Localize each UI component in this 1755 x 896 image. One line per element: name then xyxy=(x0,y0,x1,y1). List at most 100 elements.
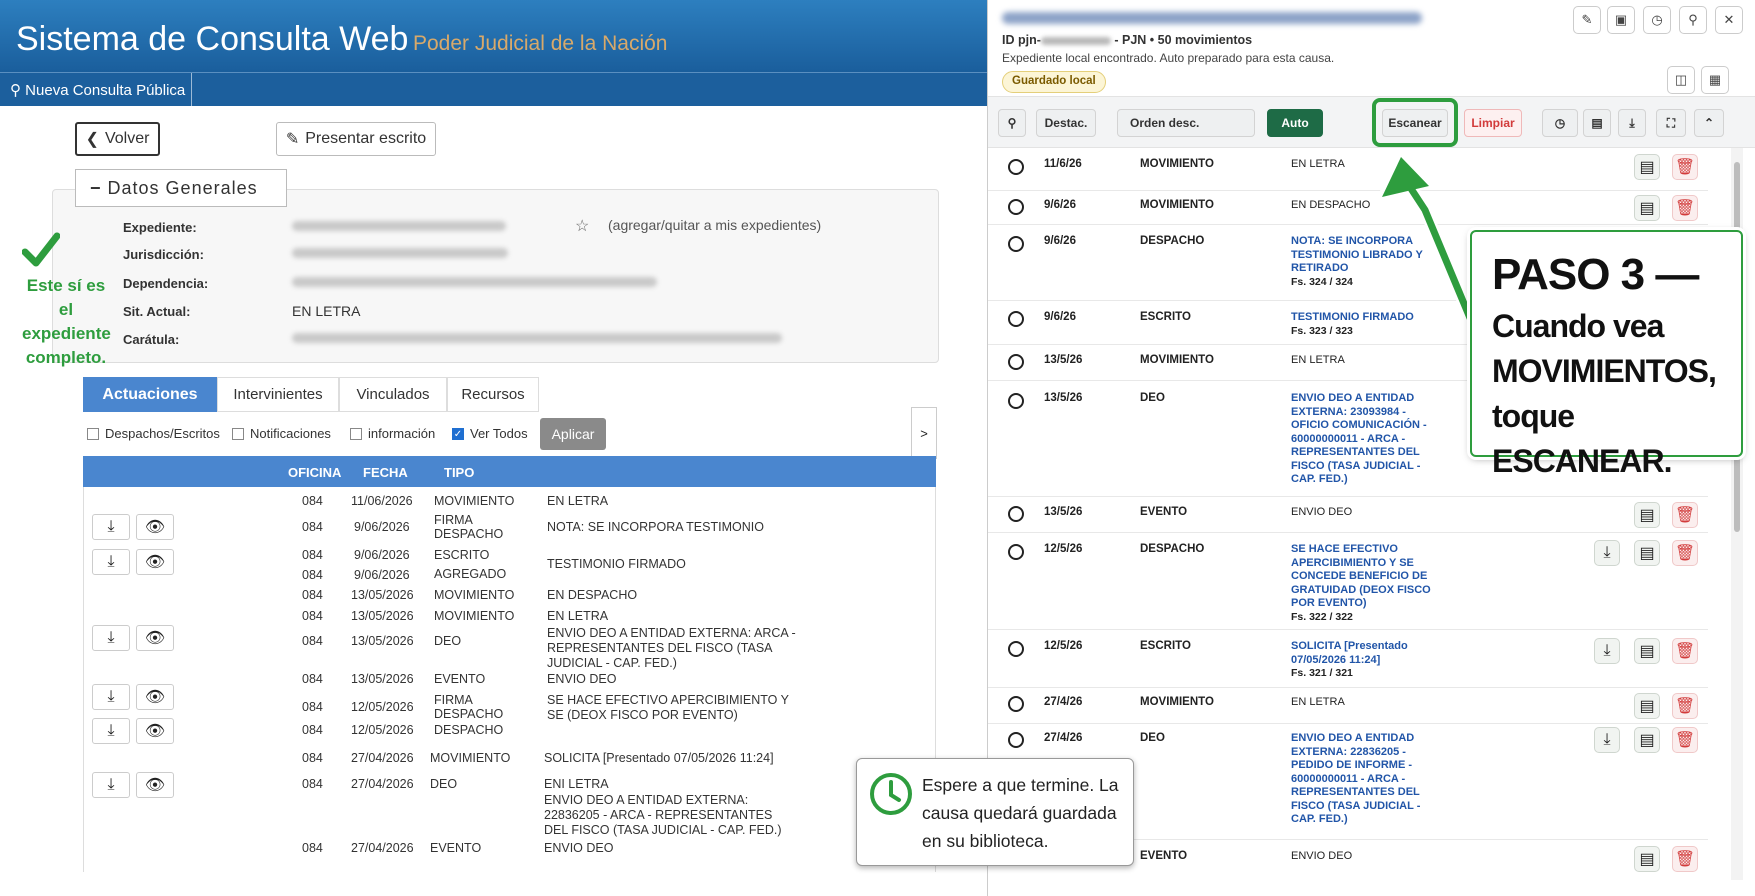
filter-dispatches[interactable]: Despachos/Escritos xyxy=(87,426,220,441)
complete-file-note: Este sí es el expediente completo. xyxy=(22,276,111,367)
checkbox[interactable] xyxy=(350,427,362,440)
document-icon[interactable]: ▤ xyxy=(1634,846,1660,872)
tab-recursos[interactable]: Recursos xyxy=(447,377,539,412)
step-title: PASO 3 — xyxy=(1492,250,1699,299)
collapse-icon: − xyxy=(90,178,102,198)
checkmark-icon xyxy=(22,232,60,267)
back-arrow-icon: ❮ xyxy=(85,131,99,148)
chevron-up-icon[interactable]: ⌃ xyxy=(1694,109,1724,137)
edit-icon[interactable]: ✎ xyxy=(1573,6,1601,34)
filter-notifications[interactable]: Notificaciones xyxy=(232,426,331,441)
wait-tip: Espere a que termine. La causa quedará g… xyxy=(856,758,1134,866)
trash-icon[interactable]: 🗑 xyxy=(1672,195,1698,221)
search-icon[interactable]: ⚲ xyxy=(998,109,1026,137)
download-icon[interactable]: ⤓ xyxy=(92,684,130,710)
cover-label: Carátula: xyxy=(123,332,180,347)
list-item[interactable]: 9/6/26 MOVIMIENTO EN DESPACHO ▤ 🗑 xyxy=(988,191,1708,225)
download-icon[interactable]: ⤓ xyxy=(92,514,130,540)
star-icon[interactable]: ☆ xyxy=(575,216,589,236)
eye-icon[interactable]: 👁 xyxy=(136,549,174,575)
redacted-jurisdiction xyxy=(292,248,508,258)
download-icon[interactable]: ⤓ xyxy=(1594,540,1620,566)
col-type: TIPO xyxy=(444,465,475,480)
list-item[interactable]: 27/4/26 MOVIMIENTO EN LETRA ▤ 🗑 xyxy=(988,688,1708,724)
tab-vinculados[interactable]: Vinculados xyxy=(339,377,447,412)
filter-all[interactable]: ✓ Ver Todos xyxy=(452,426,528,441)
fullscreen-icon[interactable]: ⛶ xyxy=(1656,109,1686,137)
scan-highlight-frame xyxy=(1372,98,1458,147)
site-subtitle: Poder Judicial de la Nación xyxy=(413,32,668,55)
library-icon[interactable]: ◫ xyxy=(1667,66,1695,94)
checkbox-checked[interactable]: ✓ xyxy=(452,427,464,440)
download-icon[interactable]: ⤓ xyxy=(1594,638,1620,664)
expand-side-button[interactable]: > xyxy=(911,407,937,459)
table-header: OFICINA FECHA TIPO xyxy=(83,456,936,487)
list-item[interactable]: 12/5/26 DESPACHO SE HACE EFECTIVO APERCI… xyxy=(988,533,1708,630)
list-item[interactable]: 12/5/26 ESCRITO SOLICITA [Presentado 07/… xyxy=(988,630,1708,688)
nav-public-query[interactable]: ⚲ Nueva Consulta Pública xyxy=(0,73,192,106)
pin-icon[interactable]: ⚲ xyxy=(1679,6,1707,34)
eye-icon[interactable]: 👁 xyxy=(136,514,174,540)
download-icon[interactable]: ⤓ xyxy=(1618,109,1646,137)
trash-icon[interactable]: 🗑 xyxy=(1672,846,1698,872)
document-icon[interactable]: ▤ xyxy=(1634,195,1660,221)
filter-info[interactable]: información xyxy=(350,426,435,441)
table-body xyxy=(83,487,936,872)
case-id-line: ID pjn- - PJN • 50 movimientos xyxy=(1002,33,1253,47)
redacted-id xyxy=(1040,36,1111,45)
trash-icon[interactable]: 🗑 xyxy=(1672,638,1698,664)
document-icon[interactable]: ▤ xyxy=(1634,540,1660,566)
document-icon[interactable]: ▤ xyxy=(1583,109,1611,137)
status-value: EN LETRA xyxy=(292,303,361,319)
clock-icon xyxy=(870,773,912,815)
eye-icon[interactable]: 👁 xyxy=(136,684,174,710)
trash-icon[interactable]: 🗑 xyxy=(1672,540,1698,566)
trash-icon[interactable]: 🗑 xyxy=(1672,154,1698,180)
tab-intervinientes[interactable]: Intervinientes xyxy=(217,377,339,412)
trash-icon[interactable]: 🗑 xyxy=(1672,727,1698,753)
download-icon[interactable]: ⤓ xyxy=(92,625,130,651)
download-icon[interactable]: ⤓ xyxy=(92,718,130,744)
top-nav: ⚲ Nueva Consulta Pública xyxy=(0,72,990,106)
calendar-icon[interactable]: ▦ xyxy=(1701,66,1729,94)
pencil-icon: ✎ xyxy=(285,131,300,148)
tab-actuaciones[interactable]: Actuaciones xyxy=(83,377,217,412)
clock-icon[interactable]: ◷ xyxy=(1643,6,1671,34)
col-office: OFICINA xyxy=(288,465,342,480)
trash-icon[interactable]: 🗑 xyxy=(1672,502,1698,528)
download-icon[interactable]: ⤓ xyxy=(92,549,130,575)
apply-button[interactable]: Aplicar xyxy=(540,418,606,450)
document-icon[interactable]: ▤ xyxy=(1634,502,1660,528)
document-icon[interactable]: ▤ xyxy=(1634,693,1660,719)
order-select[interactable]: Orden desc. xyxy=(1117,109,1255,137)
search-icon: ⚲ xyxy=(10,82,21,99)
checkbox[interactable] xyxy=(232,427,244,440)
submit-brief-button[interactable]: ✎ Presentar escrito xyxy=(276,122,436,156)
close-icon[interactable]: ✕ xyxy=(1715,6,1743,34)
redacted-cover xyxy=(292,333,782,343)
eye-icon[interactable]: 👁 xyxy=(136,772,174,798)
document-icon[interactable]: ▤ xyxy=(1634,638,1660,664)
file-label: Expediente: xyxy=(123,220,197,235)
document-icon[interactable]: ▤ xyxy=(1634,727,1660,753)
document-icon[interactable]: ▤ xyxy=(1634,154,1660,180)
step-callout: PASO 3 — Cuando vea MOVIMIENTOS, toque E… xyxy=(1470,230,1743,479)
highlight-button[interactable]: Destac. xyxy=(1036,109,1096,137)
general-data-title[interactable]: − Datos Generales xyxy=(75,169,287,207)
history-icon[interactable]: ◷ xyxy=(1542,109,1578,137)
step-body: Cuando vea MOVIMIENTOS, toque ESCANEAR. xyxy=(1492,308,1717,479)
clear-button[interactable]: Limpiar xyxy=(1464,109,1522,137)
image-icon[interactable]: ▣ xyxy=(1607,6,1635,34)
checkbox[interactable] xyxy=(87,427,99,440)
list-item[interactable]: 13/5/26 EVENTO ENVIO DEO ▤ 🗑 xyxy=(988,497,1708,533)
eye-icon[interactable]: 👁 xyxy=(136,625,174,651)
back-button[interactable]: ❮ Volver xyxy=(75,122,160,156)
jurisdiction-label: Jurisdicción: xyxy=(123,247,204,262)
auto-button[interactable]: Auto xyxy=(1267,109,1323,137)
list-item[interactable]: 11/6/26 MOVIMIENTO EN LETRA ▤ 🗑 xyxy=(988,151,1708,191)
download-icon[interactable]: ⤓ xyxy=(1594,727,1620,753)
trash-icon[interactable]: 🗑 xyxy=(1672,693,1698,719)
panel-info: Expediente local encontrado. Auto prepar… xyxy=(1002,51,1335,65)
download-icon[interactable]: ⤓ xyxy=(92,772,130,798)
eye-icon[interactable]: 👁 xyxy=(136,718,174,744)
